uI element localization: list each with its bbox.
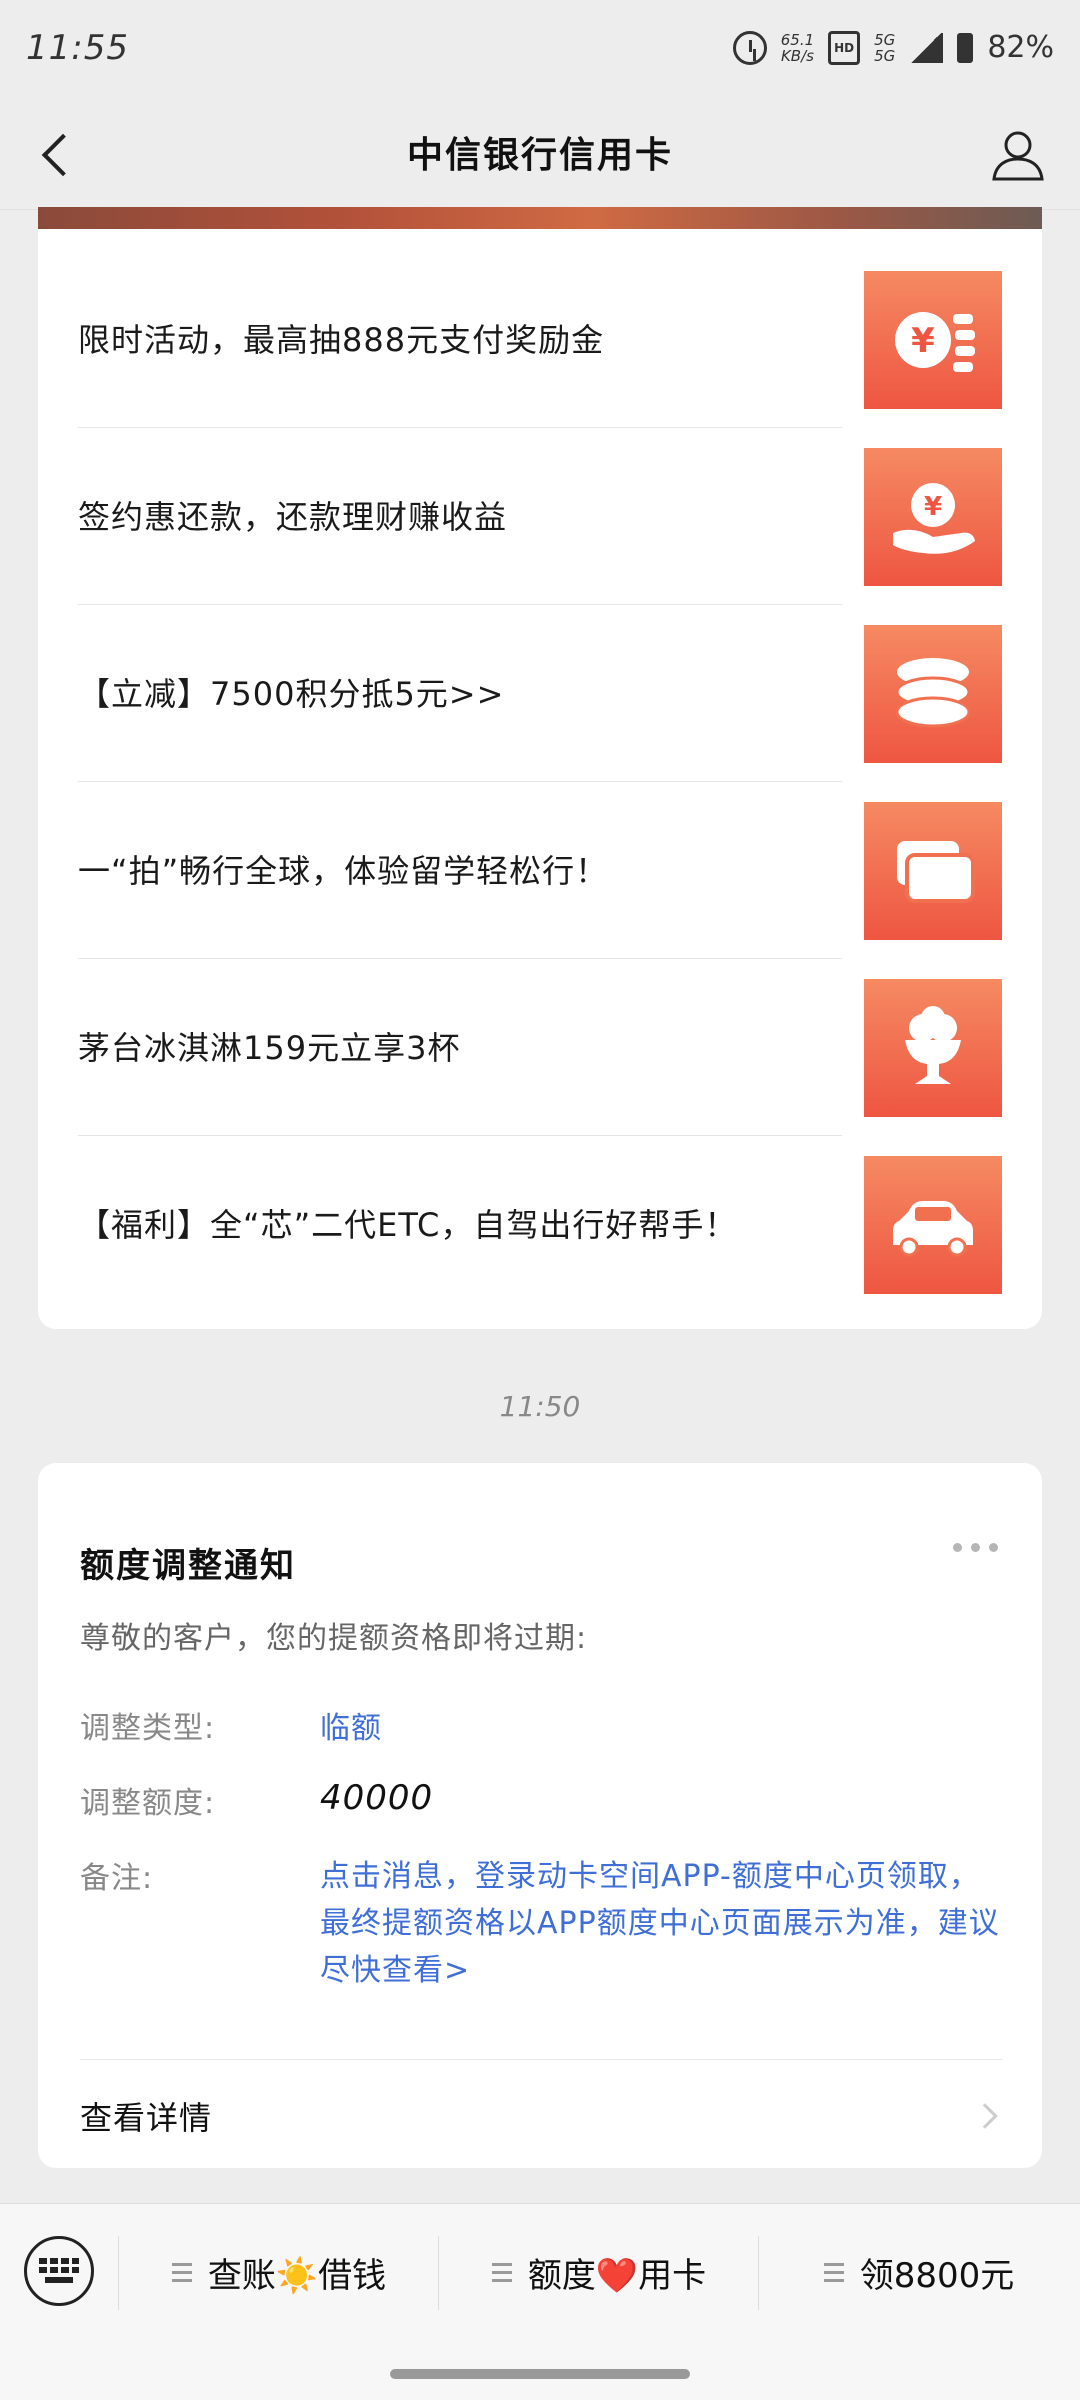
divider — [118, 2236, 119, 2310]
article-card: 限时活动，最高抽888元支付奖励金 ¥ 签约惠还款，还款理财赚收益 ¥ 【立减】… — [38, 207, 1042, 1329]
notice-title: 额度调整通知 — [80, 1546, 296, 1586]
menu-item-bill-loan[interactable]: 查账☀️借钱 — [120, 2224, 438, 2320]
article-thumbnail: ¥ — [864, 270, 1002, 409]
more-dot-icon — [971, 1543, 980, 1552]
remark-link[interactable]: 点击消息，登录动卡空间APP-额度中心页领取，最终提额资格以APP额度中心页面展… — [320, 1853, 1000, 1994]
keyboard-icon — [39, 2258, 79, 2283]
notice-subtitle: 尊敬的客户，您的提额资格即将过期: — [80, 1621, 588, 1656]
notice-card[interactable]: 额度调整通知 尊敬的客户，您的提额资格即将过期: 调整类型: 临额 调整额度: … — [38, 1463, 1042, 2168]
article-thumbnail — [864, 624, 1002, 763]
hd-icon: HD — [828, 30, 861, 65]
menu-list-icon — [823, 2262, 844, 2282]
home-indicator[interactable] — [390, 2369, 690, 2379]
article-title: 签约惠还款，还款理财赚收益 — [78, 497, 508, 536]
back-button[interactable] — [28, 125, 88, 185]
menu-list-icon — [171, 2262, 192, 2282]
status-icons: 65.1 KB/s HD 5G 5G 82% — [732, 30, 1054, 65]
status-bar: 11:55 65.1 KB/s HD 5G 5G 82% — [0, 0, 1080, 95]
menu-item-label: 查账☀️借钱 — [207, 2255, 387, 2296]
menu-item-label: 额度❤️用卡 — [527, 2255, 707, 2296]
menu-item-label: 领8800元 — [859, 2255, 1015, 2296]
article-item[interactable]: 一“拍”畅行全球，体验留学轻松行！ — [78, 782, 1002, 959]
article-item[interactable]: 签约惠还款，还款理财赚收益 ¥ — [78, 428, 1002, 605]
car-icon — [893, 1200, 973, 1256]
notice-row-amount: 调整额度: 40000 — [80, 1778, 433, 1822]
article-title: 茅台冰淇淋159元立享3杯 — [78, 1028, 461, 1067]
menu-item-credit-limit[interactable]: 额度❤️用卡 — [440, 2224, 758, 2320]
page-title: 中信银行信用卡 — [406, 135, 673, 176]
more-dot-icon — [989, 1543, 998, 1552]
coin-stack-icon — [895, 657, 971, 727]
svg-text:¥: ¥ — [924, 492, 942, 522]
profile-button[interactable] — [986, 123, 1050, 187]
battery-level: 82% — [987, 30, 1054, 65]
menu-list-icon — [491, 2262, 512, 2282]
article-item[interactable]: 【立减】7500积分抵5元>> — [78, 605, 1002, 782]
divider — [80, 2059, 1002, 2060]
divider — [438, 2236, 439, 2310]
alarm-icon — [732, 30, 767, 65]
article-thumbnail — [864, 978, 1002, 1117]
status-time: 11:55 — [26, 27, 129, 68]
ice-cream-icon — [905, 1005, 961, 1084]
keyboard-toggle-button[interactable] — [24, 2236, 94, 2306]
bottom-menu-bar: 查账☀️借钱 额度❤️用卡 领8800元 — [0, 2203, 1080, 2400]
row-key: 备注: — [80, 1861, 154, 1896]
message-timestamp: 11:50 — [499, 1390, 581, 1423]
more-options-button[interactable] — [953, 1543, 998, 1552]
more-dot-icon — [953, 1543, 962, 1552]
hand-yen-icon: ¥ — [893, 482, 975, 554]
article-title: 【福利】全“芯”二代ETC，自驾出行好帮手！ — [78, 1205, 738, 1244]
view-details-button[interactable]: 查看详情 — [80, 2063, 1002, 2168]
network-type-b: 5G — [874, 46, 896, 65]
view-details-label: 查看详情 — [80, 2098, 213, 2137]
divider — [758, 2236, 759, 2310]
notice-row-remark: 备注: 点击消息，登录动卡空间APP-额度中心页领取，最终提额资格以APP额度中… — [80, 1853, 1000, 1994]
article-title: 限时活动，最高抽888元支付奖励金 — [78, 320, 605, 359]
svg-text:¥: ¥ — [911, 321, 935, 361]
net-speed-unit: KB/s — [780, 46, 814, 65]
article-item[interactable]: 限时活动，最高抽888元支付奖励金 ¥ — [78, 251, 1002, 428]
article-thumbnail: ¥ — [864, 447, 1002, 586]
network-type: 5G 5G — [874, 32, 895, 64]
battery-icon — [957, 32, 974, 63]
row-key: 调整类型: — [80, 1711, 216, 1746]
banner-image[interactable] — [38, 207, 1042, 229]
row-key: 调整额度: — [80, 1786, 216, 1821]
person-icon — [992, 131, 1044, 181]
title-bar: 中信银行信用卡 — [0, 95, 1080, 210]
cards-icon — [897, 840, 975, 903]
row-value: 临额 — [320, 1711, 382, 1746]
yen-coins-icon: ¥ — [895, 311, 975, 372]
article-title: 【立减】7500积分抵5元>> — [78, 674, 505, 713]
net-speed: 65.1 KB/s — [781, 32, 814, 64]
article-item[interactable]: 茅台冰淇淋159元立享3杯 — [78, 959, 1002, 1136]
menu-item-claim-bonus[interactable]: 领8800元 — [760, 2224, 1078, 2320]
row-value: 40000 — [320, 1778, 434, 1818]
article-thumbnail — [864, 801, 1002, 940]
article-title: 一“拍”畅行全球，体验留学轻松行！ — [78, 851, 609, 890]
signal-icon — [909, 32, 944, 63]
notice-row-type: 调整类型: 临额 — [80, 1703, 382, 1747]
chevron-right-icon — [972, 2102, 998, 2129]
article-item[interactable]: 【福利】全“芯”二代ETC，自驾出行好帮手！ — [78, 1136, 1002, 1313]
article-thumbnail — [864, 1155, 1002, 1294]
